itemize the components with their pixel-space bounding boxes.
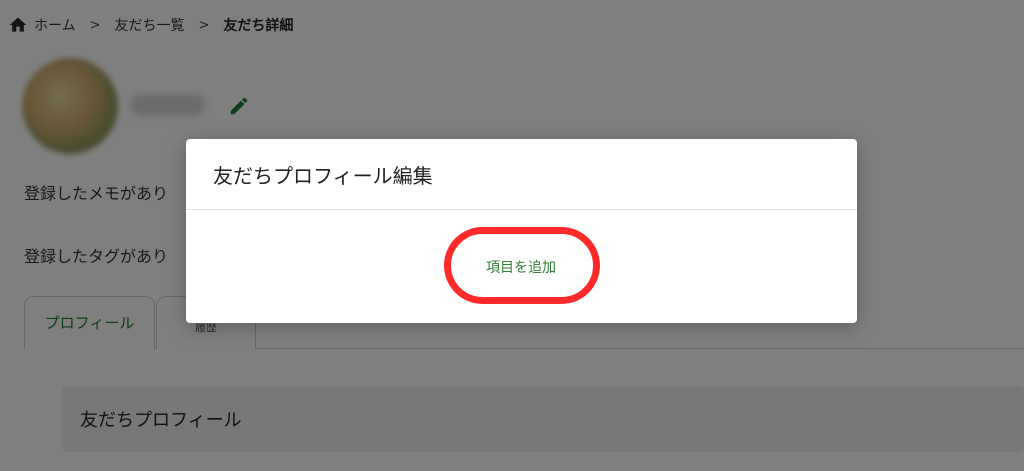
modal-header: 友だちプロフィール編集 [186,139,857,210]
modal-title: 友だちプロフィール編集 [213,163,433,188]
add-item-button[interactable]: 項目を追加 [448,252,594,282]
edit-profile-modal: 友だちプロフィール編集 項目を追加 [186,139,857,323]
modal-body: 項目を追加 [186,210,857,322]
